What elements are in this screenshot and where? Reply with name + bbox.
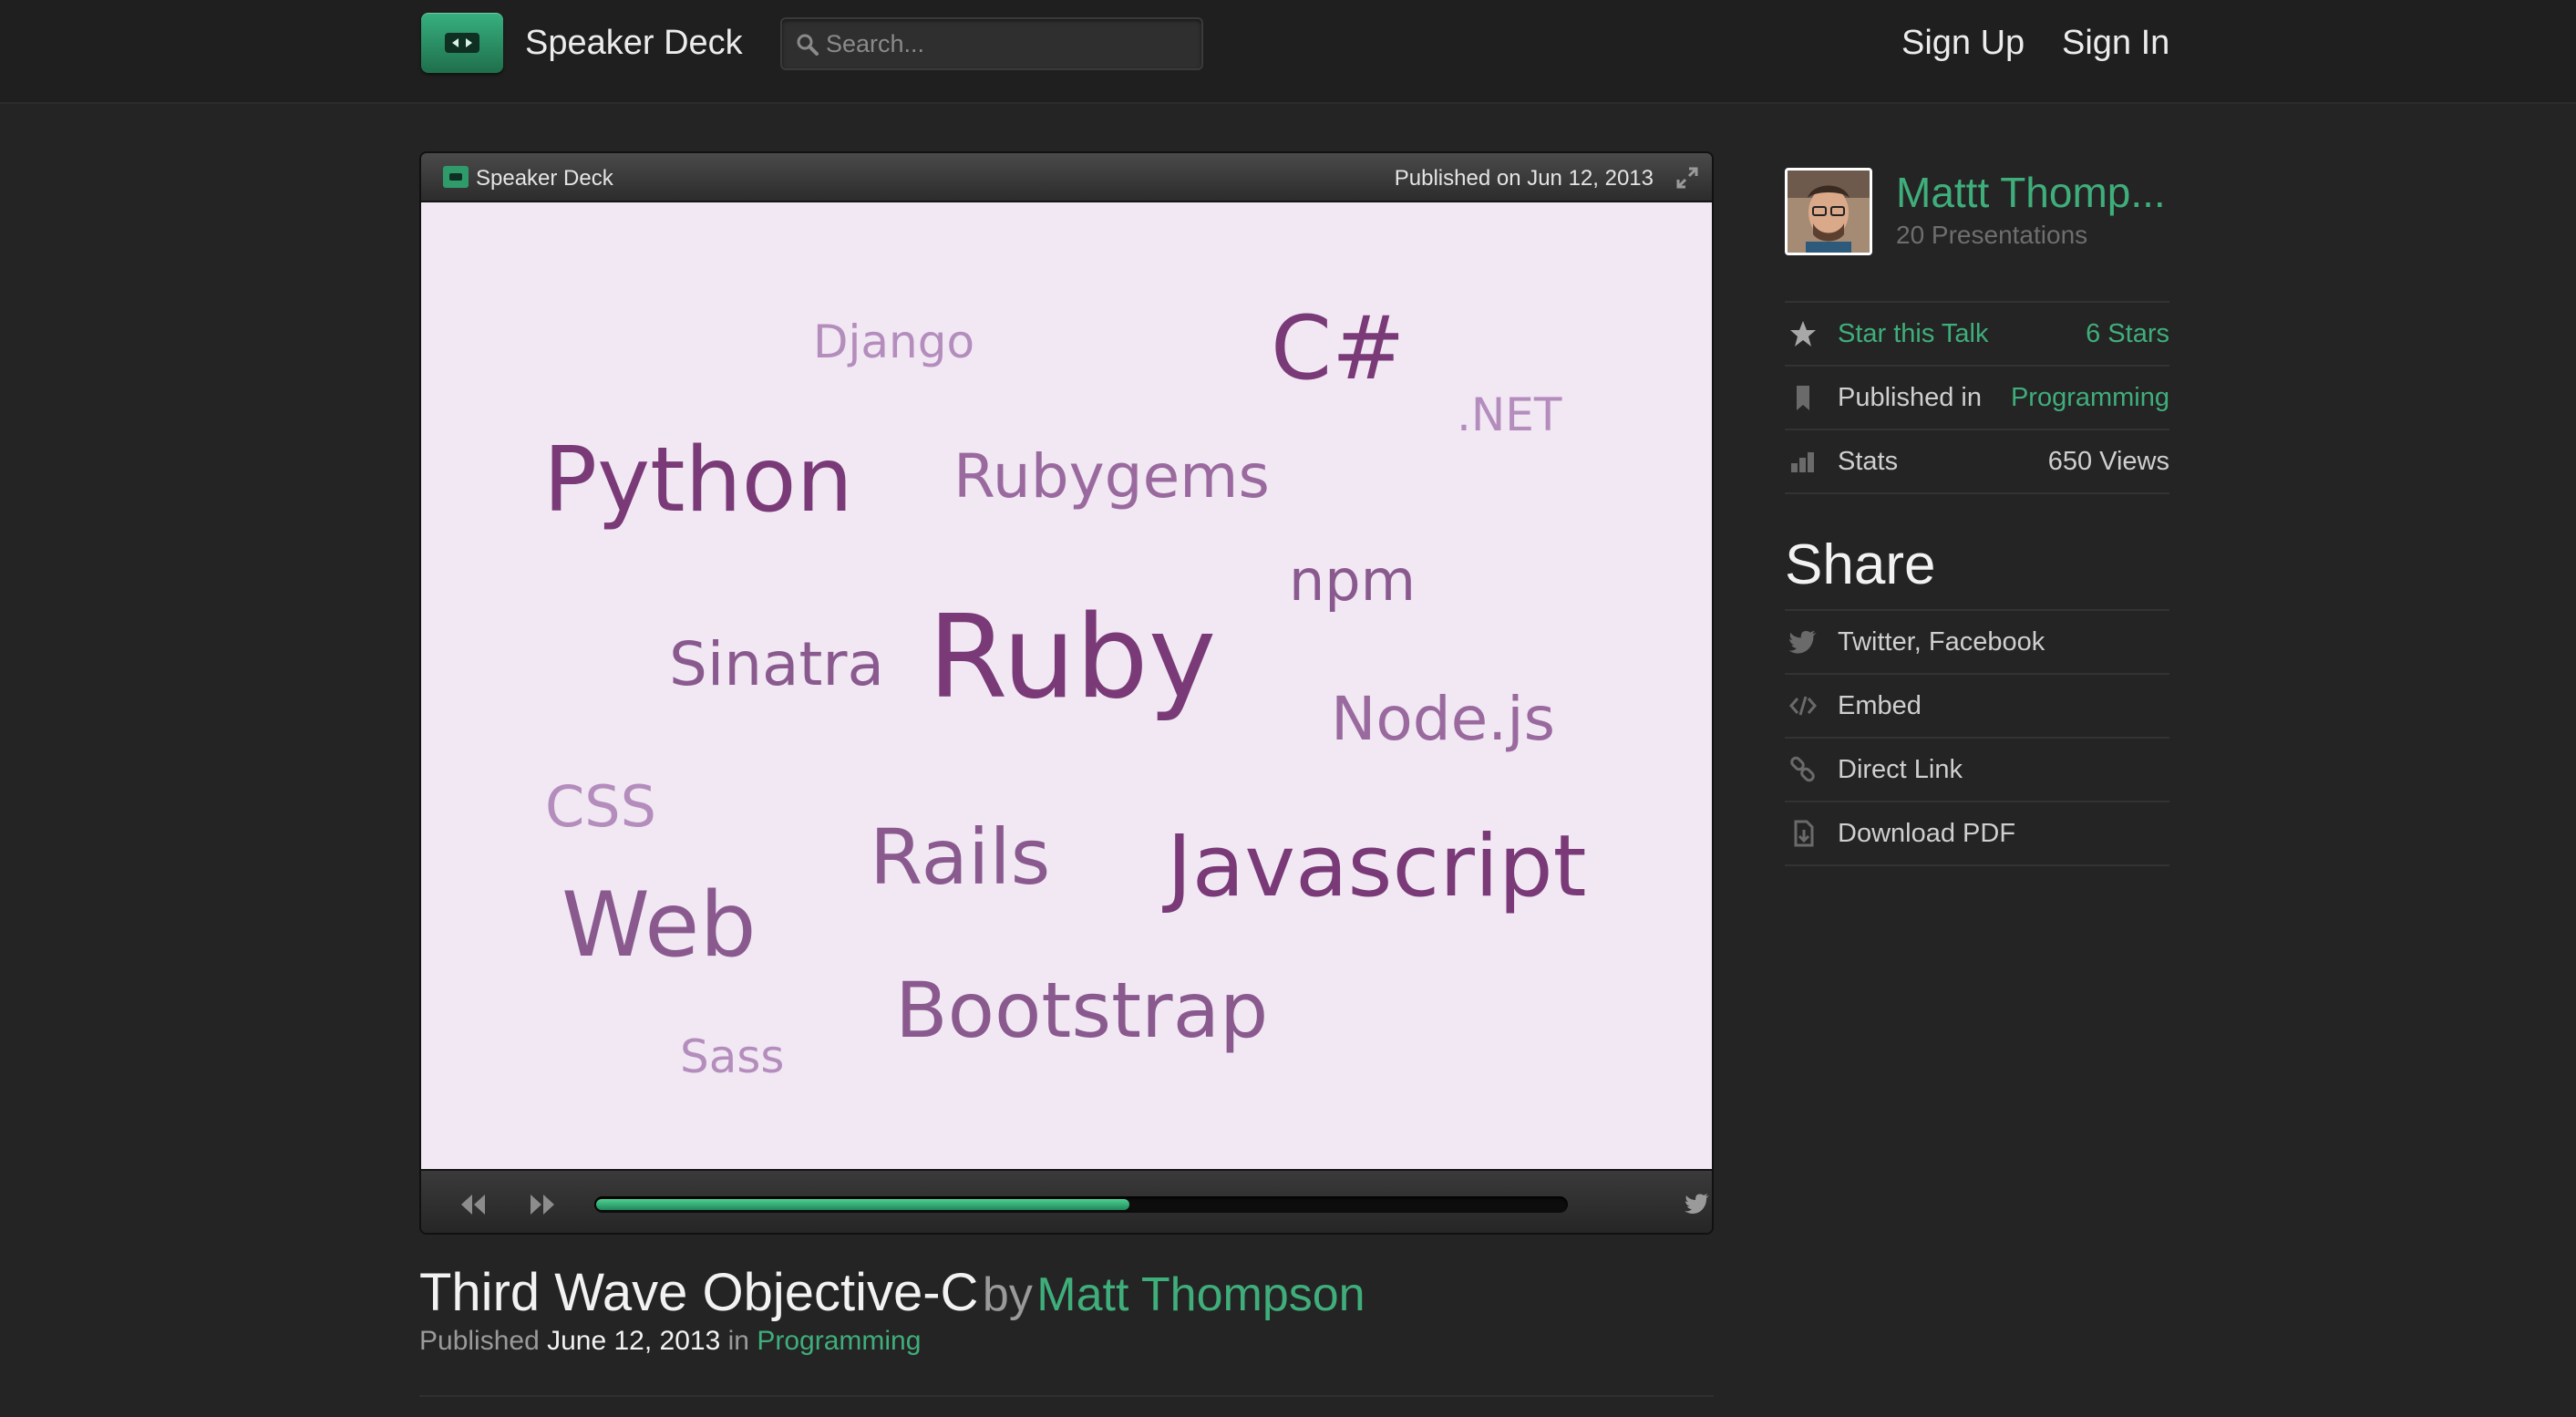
sidebar-author-name-link[interactable]: Mattt Thomp... — [1896, 168, 2166, 217]
slide-word-django: Django — [813, 315, 975, 368]
star-count: 6 Stars — [2086, 319, 2169, 348]
bar-chart-icon — [1791, 452, 1814, 472]
twitter-bird-icon — [1788, 630, 1817, 654]
search-icon — [797, 34, 819, 56]
views-count: 650 Views — [2047, 447, 2169, 476]
stats-label: Stats — [1838, 447, 1899, 476]
search-input[interactable] — [826, 26, 1190, 61]
share-download-pdf-label: Download PDF — [1838, 819, 2016, 848]
share-twitter-facebook-label: Twitter, Facebook — [1838, 627, 2045, 657]
talk-category-link[interactable]: Programming — [757, 1326, 921, 1356]
stats-divider — [1785, 492, 2169, 494]
talk-publish-info: Published June 12, 2013 in Programming — [419, 1326, 921, 1357]
sidebar-presentation-count: 20 Presentations — [1896, 221, 2088, 249]
published-date: June 12, 2013 — [547, 1326, 721, 1356]
slide-word-bootstrap: Bootstrap — [895, 966, 1269, 1055]
slide-word-css: CSS — [545, 773, 657, 840]
star-talk-row[interactable]: Star this Talk 6 Stars — [1785, 301, 2169, 365]
slide-word-nodejs: Node.js — [1331, 684, 1555, 754]
sign-up-link[interactable]: Sign Up — [1901, 24, 2025, 63]
in-label: in — [727, 1326, 749, 1356]
share-embed-label: Embed — [1838, 691, 1922, 720]
author-avatar[interactable] — [1785, 168, 1872, 255]
current-slide[interactable]: Django C# .NET Python Rubygems npm Sinat… — [421, 202, 1712, 1169]
viewer-published-date: Published on Jun 12, 2013 — [1394, 166, 1654, 191]
slide-progress-fill — [596, 1199, 1129, 1210]
slide-word-rails: Rails — [870, 812, 1051, 902]
search-box[interactable] — [780, 17, 1203, 70]
slide-word-javascript: Javascript — [1167, 817, 1587, 916]
speaker-deck-mini-logo-icon — [443, 166, 469, 188]
talk-title-line: Third Wave Objective-C by Matt Thompson — [419, 1262, 1365, 1323]
next-slide-icon[interactable] — [527, 1191, 558, 1218]
slide-progress-bar[interactable] — [594, 1196, 1568, 1213]
viewer-controls: share — [421, 1169, 1712, 1233]
published-in-label: Published in — [1838, 383, 1982, 412]
share-divider — [1785, 864, 2169, 866]
share-twitter-facebook[interactable]: Twitter, Facebook — [1785, 609, 2169, 673]
slide-word-web: Web — [562, 874, 757, 977]
published-label: Published — [419, 1326, 540, 1356]
sign-in-link[interactable]: Sign In — [2062, 24, 2169, 63]
fullscreen-expand-icon[interactable] — [1675, 166, 1699, 190]
slide-word-sinatra: Sinatra — [669, 629, 884, 699]
slide-word-dotnet: .NET — [1457, 388, 1562, 441]
share-heading: Share — [1785, 533, 1936, 596]
talk-author-link[interactable]: Matt Thompson — [1036, 1268, 1365, 1321]
brand-link[interactable]: Speaker Deck — [525, 24, 743, 63]
slide-word-sass: Sass — [680, 1030, 785, 1083]
viewer-top-bar: Speaker Deck Published on Jun 12, 2013 — [421, 153, 1712, 202]
content-divider — [419, 1395, 1714, 1397]
slide-word-csharp: C# — [1271, 297, 1406, 399]
slide-word-npm: npm — [1289, 547, 1417, 614]
published-in-row: Published in Programming — [1785, 365, 2169, 429]
stats-row: Stats 650 Views — [1785, 429, 2169, 492]
star-talk-label[interactable]: Star this Talk — [1838, 319, 1988, 349]
top-navigation-bar: Speaker Deck Sign Up Sign In — [0, 0, 2576, 104]
speaker-deck-logo-icon[interactable] — [421, 13, 503, 73]
code-embed-icon — [1789, 696, 1817, 716]
viewer-brand-label: Speaker Deck — [476, 166, 613, 191]
share-direct-link[interactable]: Direct Link — [1785, 737, 2169, 801]
bookmark-icon — [1797, 386, 1809, 410]
share-direct-link-label: Direct Link — [1838, 755, 1963, 784]
slide-word-python: Python — [543, 429, 853, 533]
talk-title: Third Wave Objective-C — [419, 1263, 979, 1322]
share-embed[interactable]: Embed — [1785, 673, 2169, 737]
twitter-bird-icon — [1685, 1194, 1709, 1214]
presentation-viewer: Speaker Deck Published on Jun 12, 2013 D… — [419, 151, 1714, 1235]
star-icon — [1790, 321, 1816, 346]
slide-word-ruby: Ruby — [928, 590, 1217, 724]
download-file-icon — [1794, 820, 1814, 847]
talk-by-label: by — [982, 1268, 1033, 1321]
share-download-pdf[interactable]: Download PDF — [1785, 801, 2169, 864]
author-photo-icon — [1788, 171, 1870, 253]
sidebar-category-link[interactable]: Programming — [2011, 383, 2169, 413]
slide-word-rubygems: Rubygems — [953, 441, 1270, 512]
link-chain-icon — [1790, 756, 1815, 782]
previous-slide-icon[interactable] — [458, 1191, 489, 1218]
